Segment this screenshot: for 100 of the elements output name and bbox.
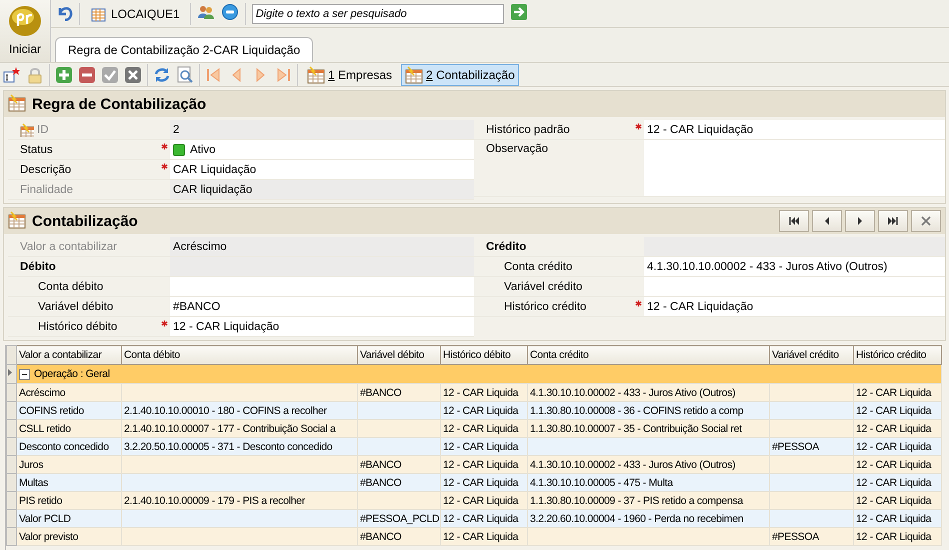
last-button[interactable]: [878, 210, 908, 232]
preview-button[interactable]: [176, 66, 194, 84]
required-icon: [161, 163, 168, 170]
table-cell: 12 - CAR Liquida: [440, 474, 528, 492]
remove-button[interactable]: [78, 66, 96, 84]
field-value: Acréscimo: [170, 237, 474, 256]
column-header[interactable]: Valor a contabilizar: [16, 346, 122, 364]
workspace-button[interactable]: LOCAIQUE1: [86, 6, 184, 22]
table-cell: 12 - CAR Liquida: [440, 420, 528, 438]
field-label: Crédito: [486, 240, 526, 252]
table-cell: 12 - CAR Liquida: [440, 438, 528, 456]
field-label: Histórico padrão: [486, 124, 570, 136]
field-label: Descrição: [20, 164, 72, 176]
table-cell: Multas: [16, 474, 122, 492]
section-title: Regra de Contabilização: [32, 96, 206, 112]
field-value[interactable]: [644, 277, 945, 296]
column-header[interactable]: Variável débito: [358, 346, 440, 364]
table-cell: 12 - CAR Liquida: [440, 402, 528, 420]
column-header[interactable]: Conta débito: [122, 346, 358, 364]
check-icon: [101, 66, 119, 84]
table-cell: #BANCO: [358, 456, 440, 474]
remove-icon: [78, 66, 96, 84]
view-tab[interactable]: 2 Contabilização: [401, 64, 519, 86]
start-button[interactable]: Iniciar: [8, 42, 41, 56]
close-icon: [920, 215, 932, 227]
search-field[interactable]: Digite o texto a ser pesquisado: [252, 4, 504, 24]
collapse-toggle[interactable]: [19, 368, 30, 380]
row-pointer-icon: [8, 368, 13, 377]
field-value[interactable]: [644, 140, 945, 196]
table-cell: #PESSOA: [770, 438, 854, 456]
field-label: Débito: [20, 260, 56, 272]
table-cell: Valor previsto: [16, 528, 122, 546]
table-cell: Desconto concedido: [16, 438, 122, 456]
cancel-button[interactable]: [124, 66, 142, 84]
first-icon: [788, 215, 800, 227]
field-label: Conta crédito: [504, 260, 572, 272]
table-cell: #BANCO: [358, 384, 440, 402]
first-button[interactable]: [779, 210, 809, 232]
table-cell: Juros: [16, 456, 122, 474]
field-value[interactable]: 4.1.30.10.10.00002 - 433 - Juros Ativo (Outros): [644, 257, 945, 276]
table-cell: PIS retido: [16, 492, 122, 510]
previous-button[interactable]: [812, 210, 842, 232]
table-cell: 12 - CAR Liquida: [440, 456, 528, 474]
lock-icon: [26, 66, 44, 84]
table-cell: 12 - CAR Liquida: [854, 492, 942, 510]
table-cell: 12 - CAR Liquida: [440, 384, 528, 402]
field-label: Conta débito: [38, 280, 104, 292]
preview-icon: [176, 66, 194, 84]
lock-button[interactable]: [26, 66, 44, 84]
grid-icon: [90, 6, 106, 22]
check-button[interactable]: [101, 66, 119, 84]
table-icon: [405, 66, 424, 84]
column-header[interactable]: Histórico débito: [440, 346, 528, 364]
document-tab[interactable]: Regra de Contabilização 2-CAR Liquidação: [55, 37, 314, 62]
table-cell: 1.1.30.80.10.00007 - 35 - Contribuição Social ret: [528, 420, 770, 438]
field-label: ID: [37, 124, 48, 136]
field-value[interactable]: #BANCO: [170, 297, 474, 316]
group-label: Operação : Geral: [34, 368, 110, 380]
field-value: 2: [170, 120, 474, 139]
field-label: Status: [20, 144, 53, 156]
table-cell: Valor PCLD: [16, 510, 122, 528]
refresh-button[interactable]: [153, 66, 171, 84]
table-icon: [8, 211, 28, 231]
table-cell: 12 - CAR Liquida: [440, 492, 528, 510]
table-cell: #PESSOA_PCLD: [358, 510, 440, 528]
table-icon: [307, 66, 325, 84]
table-cell: 12 - CAR Liquida: [854, 384, 942, 402]
column-header[interactable]: Variável crédito: [770, 346, 854, 364]
table-cell: 1.1.30.80.10.00009 - 37 - PIS retido a compensa: [528, 492, 770, 510]
field-label: Variável crédito: [504, 280, 582, 292]
go-icon: [510, 3, 528, 21]
new-record-icon: [3, 66, 21, 84]
column-header[interactable]: Histórico crédito: [854, 346, 942, 364]
required-icon: [635, 300, 642, 307]
field-label: Variável débito: [38, 300, 114, 312]
close-button[interactable]: [911, 210, 941, 232]
section-title: Contabilização: [32, 212, 138, 230]
table-cell: 2.1.40.10.10.00010 - 180 - COFINS a recolher: [122, 402, 358, 420]
table-cell: 12 - CAR Liquida: [854, 438, 942, 456]
table-cell: CSLL retido: [16, 420, 122, 438]
table-cell: 12 - CAR Liquida: [854, 474, 942, 492]
table-cell: 4.1.30.10.10.00002 - 433 - Juros Ativo (Outros): [528, 384, 770, 402]
add-button[interactable]: [55, 66, 73, 84]
field-label: Valor a contabilizar: [20, 240, 117, 252]
field-label: Observação: [486, 143, 548, 155]
next-button[interactable]: [845, 210, 875, 232]
table-cell: Acréscimo: [16, 384, 122, 402]
field-value[interactable]: [170, 277, 474, 296]
logo-icon: [8, 4, 42, 38]
field-label: Histórico crédito: [504, 300, 586, 312]
table-cell: COFINS retido: [16, 402, 122, 420]
column-header[interactable]: Conta crédito: [528, 346, 770, 364]
status-icon: [173, 144, 185, 156]
view-tab[interactable]: 1 Empresas: [303, 64, 396, 86]
table-cell: 3.2.20.60.10.00004 - 1960 - Perda no recebimen: [528, 510, 770, 528]
field-value: CAR liquidação: [170, 180, 474, 199]
new-record-button[interactable]: [3, 66, 21, 84]
required-icon: [161, 143, 168, 150]
field-label: Histórico débito: [38, 320, 118, 332]
refresh-icon: [153, 66, 171, 84]
